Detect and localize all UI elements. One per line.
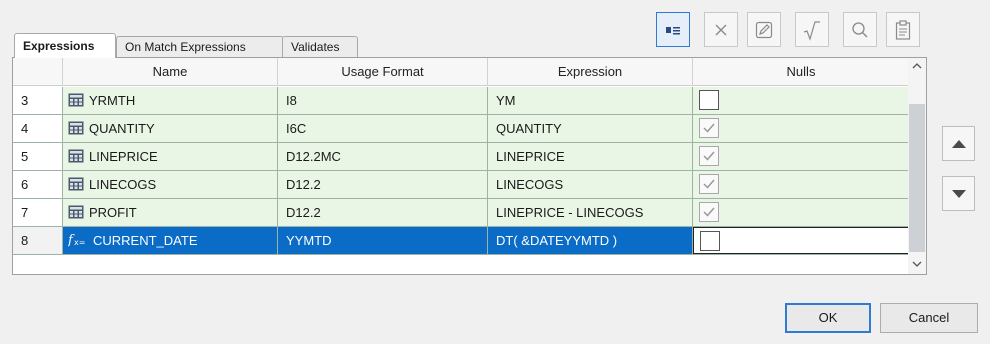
ok-button[interactable]: OK	[785, 303, 871, 333]
triangle-down-icon	[951, 189, 966, 198]
scroll-down-icon[interactable]	[912, 260, 922, 268]
edit-button[interactable]	[747, 12, 781, 47]
clipboard-button[interactable]	[886, 12, 920, 47]
name-text: QUANTITY	[89, 121, 155, 136]
nulls-checkbox[interactable]	[699, 90, 719, 110]
usage-format-cell[interactable]: YYMTD	[278, 227, 488, 254]
checkmark-icon	[703, 123, 715, 133]
expression-cell[interactable]: QUANTITY	[488, 115, 693, 142]
nulls-cell	[693, 171, 910, 198]
header-usage-format[interactable]: Usage Format	[278, 58, 488, 86]
tab-expressions[interactable]: Expressions	[14, 33, 116, 58]
name-text: YRMTH	[89, 93, 136, 108]
name-cell[interactable]: YRMTH	[63, 87, 278, 114]
name-cell[interactable]: PROFIT	[63, 199, 278, 226]
usage-format-cell[interactable]: D12.2	[278, 199, 488, 226]
tab-on-match-expressions[interactable]: On Match Expressions	[116, 36, 284, 57]
field-icon	[68, 93, 84, 107]
function-icon: f x=	[68, 233, 85, 248]
cancel-button[interactable]: Cancel	[880, 303, 978, 333]
sqrt-button[interactable]	[795, 12, 829, 47]
view-toggle-button[interactable]	[656, 12, 690, 47]
clipboard-icon	[895, 19, 911, 40]
nulls-cell	[693, 227, 910, 254]
usage-format-cell[interactable]: I8	[278, 87, 488, 114]
header-expression[interactable]: Expression	[488, 58, 693, 86]
usage-format-cell[interactable]: I6C	[278, 115, 488, 142]
nulls-checkbox[interactable]	[699, 174, 719, 194]
name-text: PROFIT	[89, 205, 137, 220]
nulls-checkbox[interactable]	[700, 231, 720, 251]
vertical-scrollbar[interactable]	[908, 58, 926, 274]
table-row[interactable]: 7 PROFIT D12.2 LINEPRICE - LINECOGS	[13, 199, 910, 227]
name-text: LINECOGS	[89, 177, 157, 192]
field-icon	[68, 149, 84, 163]
nulls-checkbox[interactable]	[699, 146, 719, 166]
name-cell[interactable]: LINECOGS	[63, 171, 278, 198]
nulls-cell	[693, 87, 910, 114]
field-icon	[68, 205, 84, 219]
header-name[interactable]: Name	[63, 58, 278, 86]
row-number: 4	[13, 115, 63, 142]
grid-header: Name Usage Format Expression Nulls	[13, 58, 910, 86]
table-row[interactable]: 4 QUANTITY I6C QUANTITY	[13, 115, 910, 143]
checkmark-icon	[703, 207, 715, 217]
expression-cell[interactable]: LINECOGS	[488, 171, 693, 198]
expression-cell[interactable]: LINEPRICE - LINECOGS	[488, 199, 693, 226]
delete-icon	[715, 24, 727, 35]
row-number: 7	[13, 199, 63, 226]
name-cell[interactable]: f x= CURRENT_DATE	[63, 227, 278, 254]
checkmark-icon	[703, 151, 715, 161]
search-button[interactable]	[843, 12, 877, 47]
row-number: 6	[13, 171, 63, 198]
checkmark-icon	[703, 179, 715, 189]
delete-button[interactable]	[704, 12, 738, 47]
field-icon	[68, 177, 84, 191]
table-row-selected[interactable]: 8 f x= CURRENT_DATE YYMTD DT( &DATEYYMTD…	[13, 227, 910, 255]
nulls-cell	[693, 199, 910, 226]
view-toggle-icon	[666, 26, 680, 34]
sqrt-icon	[803, 20, 820, 41]
search-icon	[852, 21, 868, 37]
expression-cell[interactable]: YM	[488, 87, 693, 114]
name-text: LINEPRICE	[89, 149, 158, 164]
nulls-cell	[693, 115, 910, 142]
nulls-checkbox[interactable]	[699, 118, 719, 138]
tab-validates[interactable]: Validates	[282, 36, 358, 57]
name-text: CURRENT_DATE	[93, 233, 198, 248]
row-number: 3	[13, 87, 63, 114]
move-up-button[interactable]	[942, 126, 975, 161]
table-row[interactable]: 3 YRMTH I8 YM	[13, 87, 910, 115]
nulls-checkbox[interactable]	[699, 202, 719, 222]
expressions-grid: Name Usage Format Expression Nulls 3 YRM…	[12, 57, 927, 275]
header-nulls[interactable]: Nulls	[693, 58, 910, 86]
usage-format-cell[interactable]: D12.2MC	[278, 143, 488, 170]
field-icon	[68, 121, 84, 135]
name-cell[interactable]: LINEPRICE	[63, 143, 278, 170]
table-row[interactable]: 5 LINEPRICE D12.2MC LINEPRICE	[13, 143, 910, 171]
scrollbar-thumb[interactable]	[909, 104, 925, 252]
row-number: 8	[13, 227, 63, 254]
edit-icon	[755, 21, 773, 38]
triangle-up-icon	[951, 139, 966, 148]
nulls-cell	[693, 143, 910, 170]
svg-text:x=: x=	[74, 238, 85, 247]
header-row-number	[13, 58, 63, 86]
usage-format-cell[interactable]: D12.2	[278, 171, 488, 198]
scroll-up-icon[interactable]	[912, 62, 922, 70]
table-row[interactable]: 6 LINECOGS D12.2 LINECOGS	[13, 171, 910, 199]
name-cell[interactable]: QUANTITY	[63, 115, 278, 142]
move-down-button[interactable]	[942, 176, 975, 211]
row-number: 5	[13, 143, 63, 170]
expression-cell[interactable]: LINEPRICE	[488, 143, 693, 170]
expression-cell[interactable]: DT( &DATEYYMTD )	[488, 227, 693, 254]
